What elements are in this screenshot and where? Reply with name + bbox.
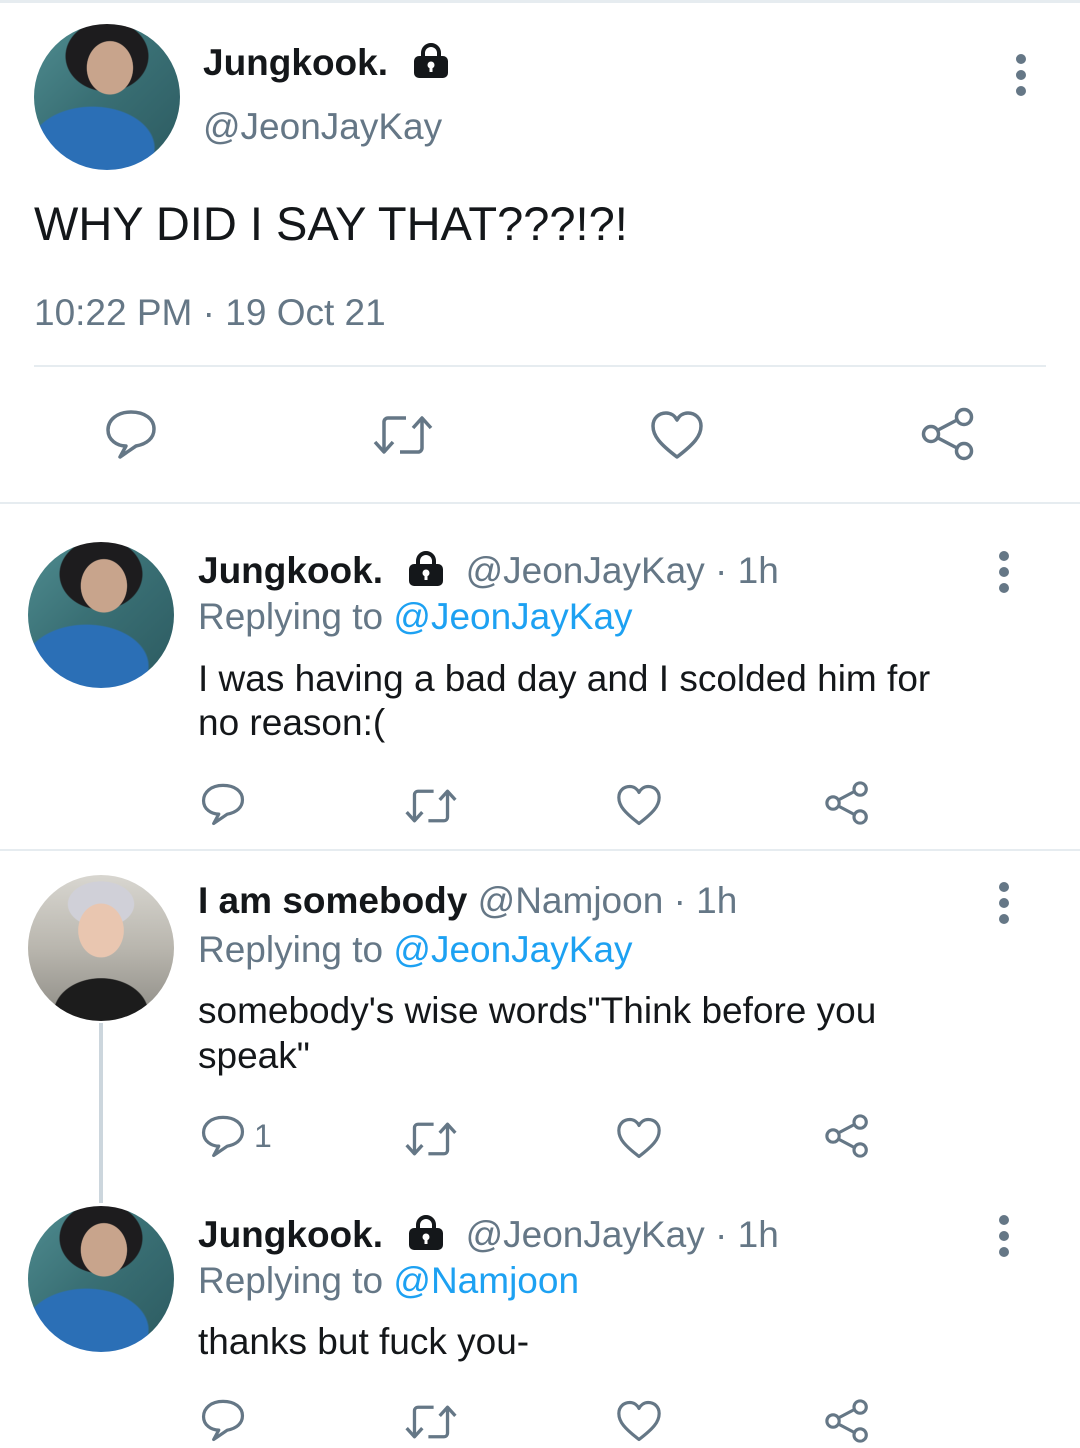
top-edge [0,0,1080,3]
separator: · [673,880,686,921]
reply-icon [201,783,245,826]
mention-link[interactable]: @Namjoon [393,1260,579,1301]
tweet-text: WHY DID I SAY THAT???!?! [34,197,628,250]
display-name[interactable]: I am somebody [198,880,467,921]
share-button[interactable] [824,1398,870,1444]
avatar[interactable] [28,542,174,688]
heart-icon [617,784,661,826]
reply-button[interactable]: 1 [200,1114,272,1158]
share-button[interactable] [824,1113,870,1159]
reply-icon [201,1115,245,1158]
lock-icon [412,42,450,88]
tweet-text-line: speak" [198,1035,310,1076]
reply-button[interactable] [200,1398,246,1442]
like-button[interactable] [650,410,704,460]
like-button[interactable] [616,784,662,826]
mention-link[interactable]: @JeonJayKay [393,929,632,970]
age: 1h [737,1214,779,1255]
more-vertical-icon[interactable] [999,882,1009,930]
replying-to: Replying to @Namjoon [198,1260,579,1302]
retweet-button[interactable] [404,786,458,826]
reply-header: Jungkook. @JeonJayKay · 1h [198,1214,779,1260]
divider [34,365,1046,367]
retweet-icon [405,1405,457,1439]
tweet-text-line: somebody's wise words"Think before you [198,990,877,1031]
display-name[interactable]: Jungkook. [198,550,383,591]
retweet-icon [405,1122,457,1156]
time: 10:22 PM [34,292,193,333]
more-vertical-icon[interactable] [999,1215,1009,1263]
separator: · [715,1214,728,1255]
retweet-button[interactable] [404,1402,458,1442]
timestamp: 10:22 PM · 19 Oct 21 [34,292,386,334]
like-button[interactable] [616,1400,662,1442]
replying-label: Replying to [198,596,384,637]
reply-count: 1 [254,1117,272,1154]
tweet-text-line: no reason:( [198,702,386,743]
divider [0,849,1080,851]
display-name[interactable]: Jungkook. [203,42,388,83]
heart-icon [617,1117,661,1159]
divider [0,502,1080,504]
replying-label: Replying to [198,1260,384,1301]
date: 19 Oct 21 [225,292,386,333]
handle[interactable]: @Namjoon [478,880,664,921]
share-icon [825,1399,868,1443]
age: 1h [737,550,779,591]
tweet-text-line: I was having a bad day and I scolded him… [198,658,931,699]
lock-icon [407,550,445,596]
reply-button[interactable] [104,408,158,460]
age: 1h [696,880,738,921]
replying-label: Replying to [198,929,384,970]
share-button[interactable] [920,406,976,462]
reply-button[interactable] [200,782,246,826]
replying-to: Replying to @JeonJayKay [198,596,633,638]
avatar[interactable] [28,1206,174,1352]
handle[interactable]: @JeonJayKay [466,1214,705,1255]
share-icon [825,781,868,825]
avatar[interactable] [34,24,180,170]
handle[interactable]: @JeonJayKay [466,550,705,591]
retweet-icon [373,416,433,454]
retweet-icon [405,789,457,823]
display-name[interactable]: Jungkook. [198,1214,383,1255]
heart-icon [617,1400,661,1442]
avatar[interactable] [28,875,174,1021]
tweet-text-line: thanks but fuck you- [198,1321,530,1362]
reply-header: Jungkook. @JeonJayKay · 1h [198,550,779,596]
main-author-row: Jungkook. [203,42,450,88]
more-vertical-icon[interactable] [999,551,1009,599]
share-button[interactable] [824,780,870,826]
handle[interactable]: @JeonJayKay [203,106,442,148]
separator: · [202,292,215,333]
share-icon [825,1114,868,1158]
heart-icon [651,411,703,459]
retweet-button[interactable] [372,412,434,458]
share-icon [921,407,974,461]
mention-link[interactable]: @JeonJayKay [393,596,632,637]
reply-header: I am somebody @Namjoon · 1h [198,880,737,922]
thread-line [99,1023,103,1203]
replying-to: Replying to @JeonJayKay [198,929,633,971]
more-vertical-icon[interactable] [1016,54,1026,102]
like-button[interactable] [616,1117,662,1159]
lock-icon [407,1214,445,1260]
separator: · [715,550,728,591]
reply-icon [201,1399,245,1442]
retweet-button[interactable] [404,1119,458,1159]
reply-icon [106,410,156,459]
